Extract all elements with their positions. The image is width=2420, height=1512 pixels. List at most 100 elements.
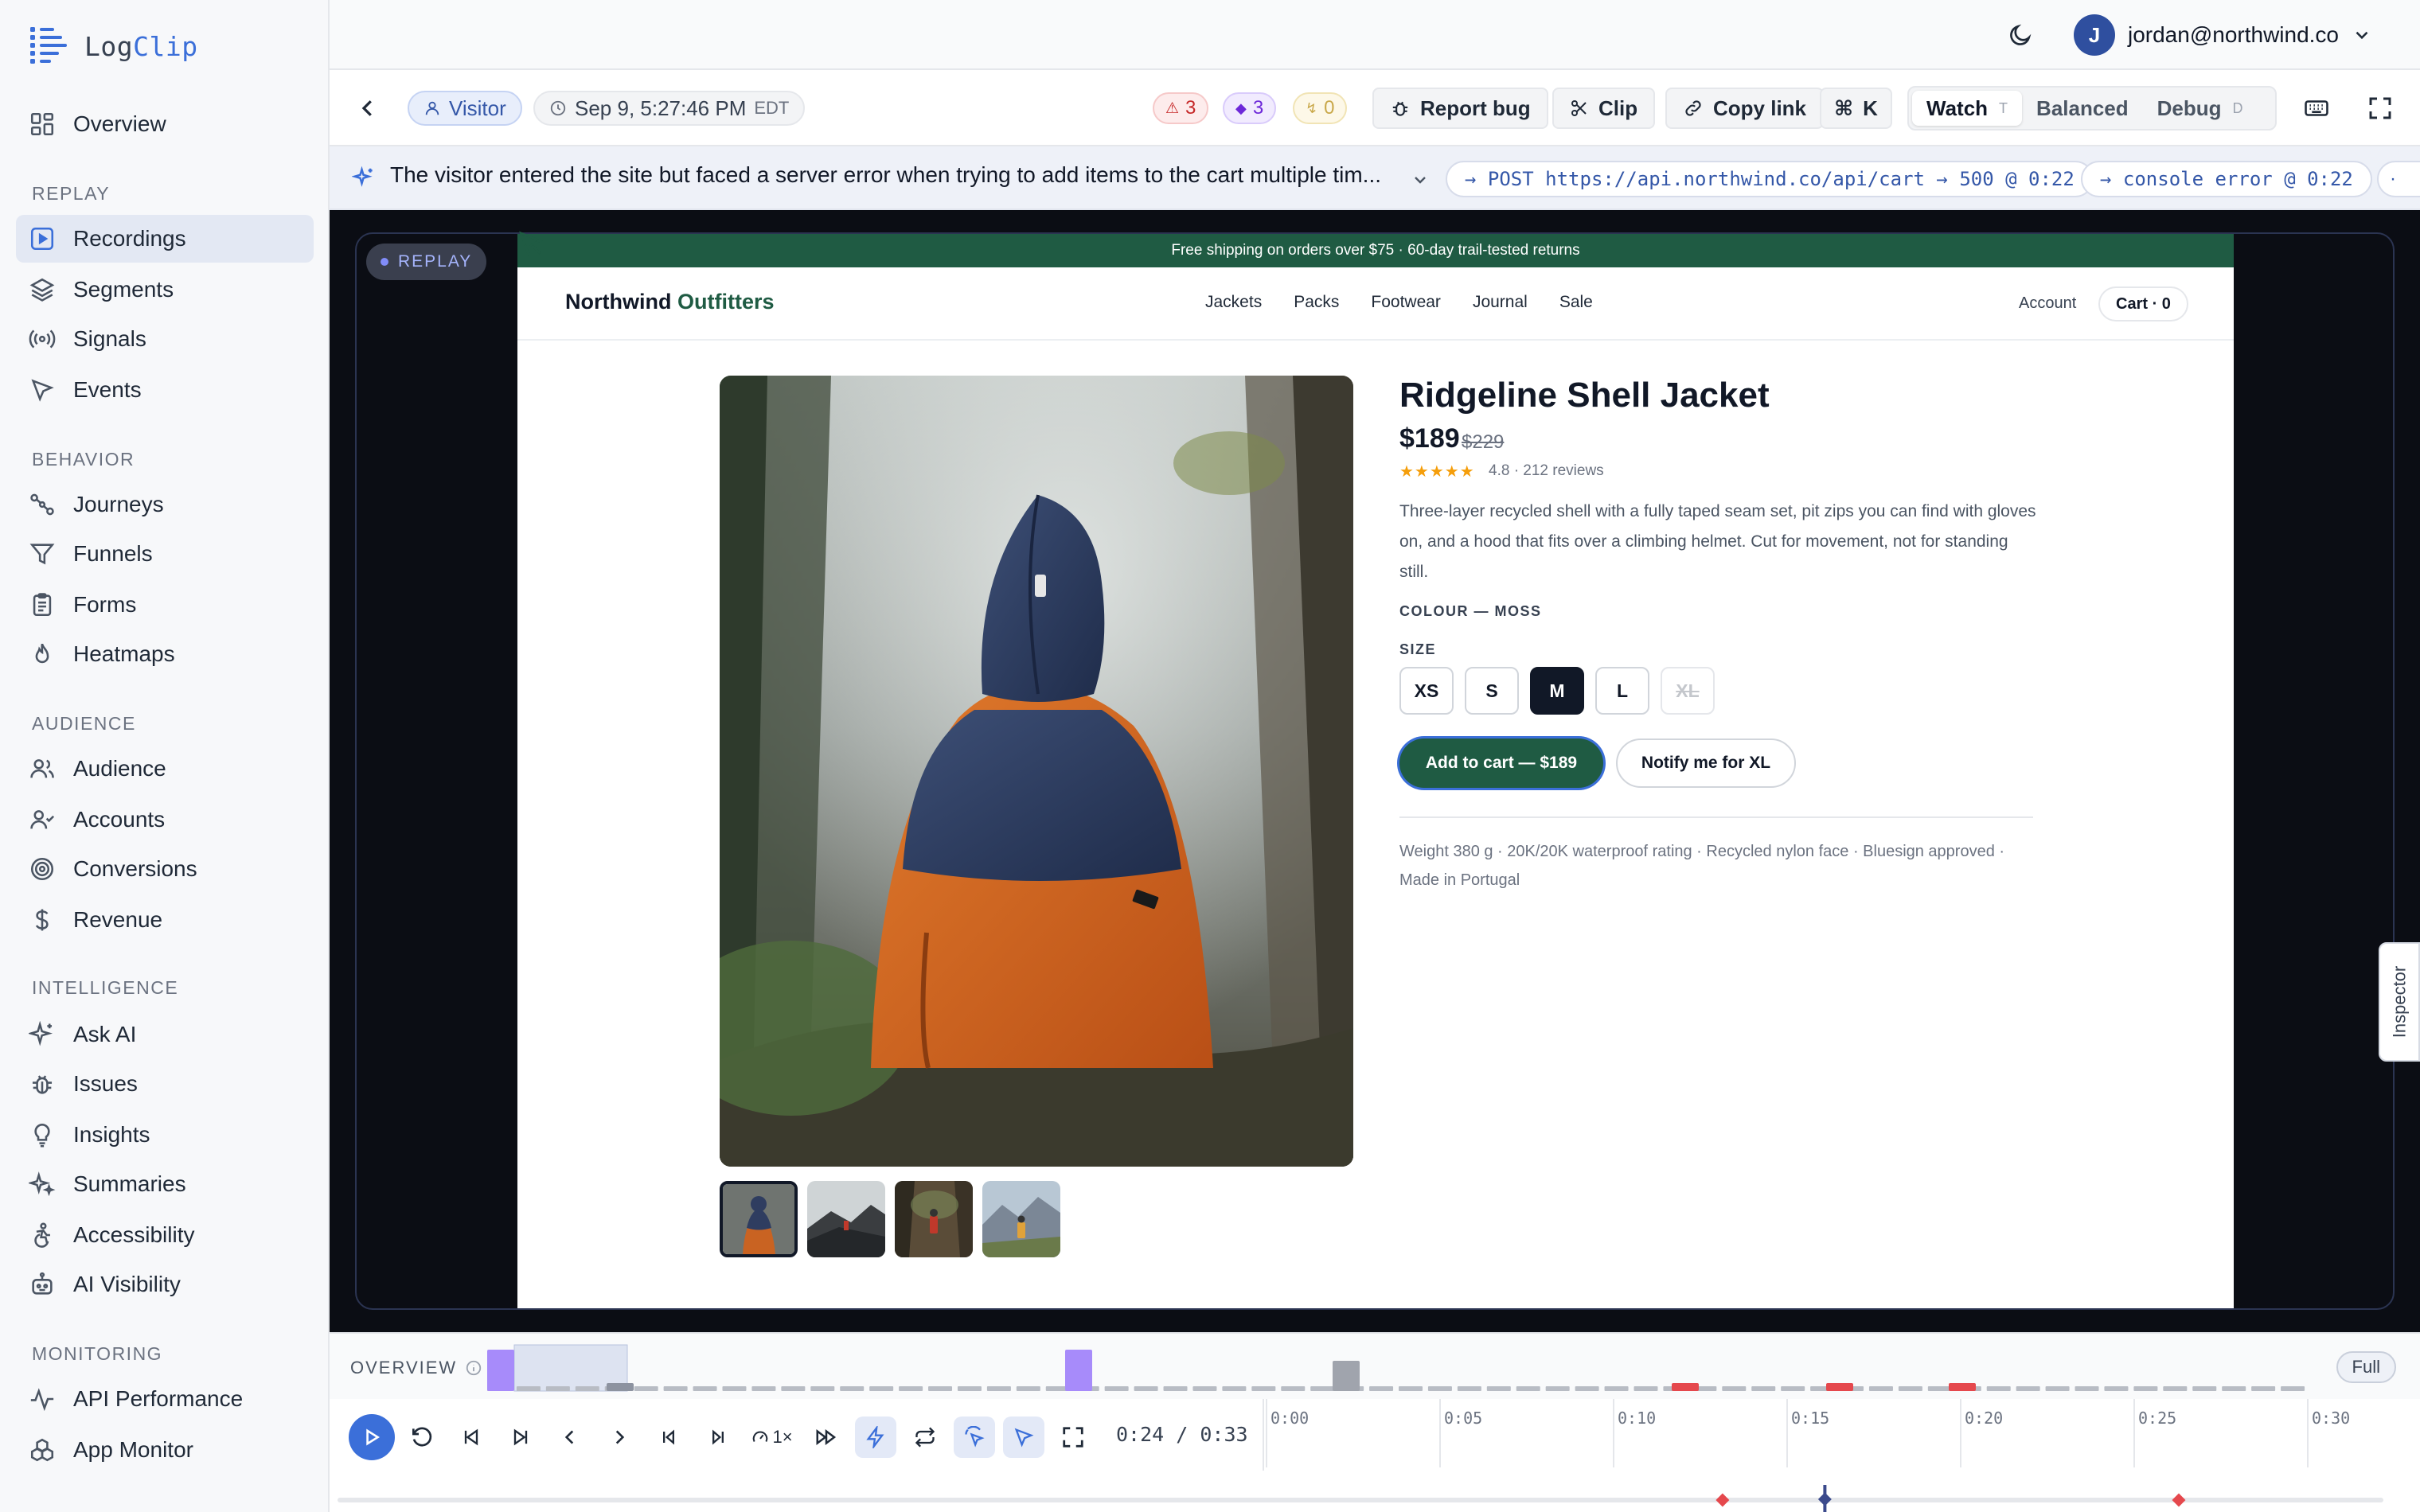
product-image[interactable]	[720, 376, 1353, 1167]
sidebar-item-funnels[interactable]: Funnels	[16, 530, 314, 578]
scrub-bar[interactable]	[338, 1485, 2407, 1512]
overview-activity-bar	[1427, 1386, 1452, 1391]
sidebar-item-insights[interactable]: Insights	[16, 1111, 314, 1159]
fast-forward-button[interactable]	[806, 1417, 847, 1458]
overview-activity-track[interactable]	[486, 1334, 2420, 1401]
replay-stage[interactable]: REPLAY Free shipping on orders over $75 …	[330, 210, 2420, 1332]
size-l-button[interactable]: L	[1595, 667, 1649, 715]
step-back-button[interactable]	[648, 1417, 689, 1458]
pointer-icon	[1014, 1428, 1034, 1448]
visitor-pill[interactable]: Visitor	[408, 91, 522, 126]
skip-to-end-button[interactable]	[500, 1417, 541, 1458]
skip-to-start-button[interactable]	[451, 1417, 492, 1458]
playback-speed-button[interactable]: 1×	[747, 1417, 798, 1458]
size-s-button[interactable]: S	[1465, 667, 1519, 715]
loop-toggle[interactable]	[904, 1417, 946, 1458]
restart-button[interactable]	[401, 1417, 443, 1458]
thumbnail-3[interactable]	[895, 1181, 973, 1257]
error-count-badge[interactable]: ⚠ 3	[1153, 92, 1209, 124]
overview-activity-bar	[1516, 1386, 1540, 1391]
site-logo[interactable]: Northwind Outfitters	[565, 290, 774, 314]
sidebar-item-accounts[interactable]: Accounts	[16, 796, 314, 844]
moon-icon	[2010, 24, 2032, 45]
command-palette-button[interactable]: ⌘ K	[1820, 88, 1892, 129]
sidebar-item-ai-visibility[interactable]: AI Visibility	[16, 1261, 314, 1308]
skip-inactivity-toggle[interactable]	[855, 1417, 896, 1458]
repeat-icon	[915, 1427, 935, 1448]
thumbnail-2[interactable]	[807, 1181, 885, 1257]
network-error-chip[interactable]: → POST https://api.northwind.co/api/cart…	[1446, 161, 2094, 197]
site-cart-button[interactable]: Cart · 0	[2098, 286, 2188, 321]
frustration-count-badge[interactable]: ↯ 0	[1293, 92, 1348, 124]
product-price: $189	[1399, 423, 1460, 454]
sidebar-item-revenue[interactable]: Revenue	[16, 896, 314, 944]
show-clicks-toggle[interactable]	[1003, 1417, 1044, 1458]
sidebar-item-label: Revenue	[73, 907, 163, 932]
brand[interactable]: LogClip	[29, 24, 198, 68]
size-xs-button[interactable]: XS	[1399, 667, 1454, 715]
follow-cursor-toggle[interactable]	[954, 1417, 995, 1458]
clip-button[interactable]: Clip	[1552, 88, 1656, 129]
mode-balanced[interactable]: Balanced	[2022, 91, 2143, 126]
sidebar-item-summaries[interactable]: Summaries	[16, 1160, 314, 1208]
sidebar-item-overview[interactable]: Overview	[16, 100, 314, 148]
step-forward-button[interactable]	[697, 1417, 739, 1458]
fit-to-screen-button[interactable]	[1052, 1417, 1094, 1458]
site-nav-footwear[interactable]: Footwear	[1371, 293, 1441, 312]
sidebar-item-ask-ai[interactable]: Ask AI	[16, 1011, 314, 1058]
sidebar-item-accessibility[interactable]: Accessibility	[16, 1211, 314, 1259]
overview-activity-bar	[1781, 1386, 1805, 1391]
site-account-link[interactable]: Account	[2019, 294, 2076, 313]
report-bug-button[interactable]: Report bug	[1372, 88, 1548, 129]
next-event-button[interactable]	[599, 1417, 640, 1458]
section-monitoring: MONITORING	[32, 1343, 163, 1364]
theme-toggle-button[interactable]	[2003, 18, 2038, 53]
sidebar-item-signals[interactable]: Signals	[16, 315, 314, 363]
timeline-tick-line	[1786, 1399, 1788, 1467]
product-rating[interactable]: 4.8 · 212 reviews	[1489, 462, 1604, 480]
sidebar-item-audience[interactable]: Audience	[16, 745, 314, 793]
mode-watch[interactable]: Watch T	[1912, 91, 2023, 126]
inspector-tab[interactable]: Inspector	[2379, 942, 2420, 1062]
link-icon	[1685, 100, 1701, 116]
size-xl-button[interactable]: XL	[1661, 667, 1715, 715]
sidebar-item-api-performance[interactable]: API Performance	[16, 1375, 314, 1423]
site-nav-packs[interactable]: Packs	[1294, 293, 1339, 312]
sidebar-item-app-monitor[interactable]: App Monitor	[16, 1426, 314, 1474]
timeline-ruler[interactable]: 0:00 0:05 0:10 0:15 0:20 0:25 0:30	[1263, 1399, 2393, 1471]
console-error-chip[interactable]: → console error @ 0:22	[2081, 161, 2372, 197]
session-timestamp: Sep 9, 5:27:46 PM EDT	[533, 91, 806, 126]
sidebar-item-heatmaps[interactable]: Heatmaps	[16, 630, 314, 678]
thumbnail-4[interactable]	[982, 1181, 1060, 1257]
more-chips-indicator[interactable]: ·	[2377, 161, 2420, 197]
site-nav-journal[interactable]: Journal	[1473, 293, 1528, 312]
sidebar-item-segments[interactable]: Segments	[16, 266, 314, 314]
bug-icon	[32, 1075, 53, 1094]
add-to-cart-button[interactable]: Add to cart — $189	[1399, 738, 1603, 788]
copy-link-button[interactable]: Copy link	[1665, 88, 1825, 129]
sidebar-item-issues[interactable]: Issues	[16, 1060, 314, 1108]
previous-event-button[interactable]	[549, 1417, 591, 1458]
size-m-button[interactable]: M	[1530, 667, 1584, 715]
site-nav-jackets[interactable]: Jackets	[1205, 293, 1262, 312]
mode-debug[interactable]: Debug D	[2143, 91, 2258, 126]
thumbnail-1[interactable]	[720, 1181, 798, 1257]
layers-icon	[29, 278, 55, 302]
event-count-badge[interactable]: ◆ 3	[1223, 92, 1277, 124]
fullscreen-button[interactable]	[2361, 91, 2399, 126]
sidebar-item-forms[interactable]: Forms	[16, 581, 314, 629]
keyboard-shortcuts-button[interactable]	[2297, 91, 2336, 126]
sidebar-item-conversions[interactable]: Conversions	[16, 845, 314, 893]
notify-me-button[interactable]: Notify me for XL	[1616, 738, 1796, 788]
sidebar-item-recordings[interactable]: Recordings	[16, 215, 314, 263]
overview-activity-bar	[2016, 1386, 2040, 1391]
zoom-full-button[interactable]: Full	[2336, 1351, 2396, 1383]
play-button[interactable]	[349, 1414, 395, 1460]
expand-summary-button[interactable]	[1404, 164, 1436, 196]
sidebar-item-events[interactable]: Events	[16, 366, 314, 414]
sidebar-item-journeys[interactable]: Journeys	[16, 481, 314, 528]
back-button[interactable]	[353, 94, 382, 123]
site-nav-sale[interactable]: Sale	[1559, 293, 1593, 312]
user-menu[interactable]: J jordan@northwind.co	[2073, 14, 2372, 56]
product-title: Ridgeline Shell Jacket	[1399, 376, 1770, 415]
